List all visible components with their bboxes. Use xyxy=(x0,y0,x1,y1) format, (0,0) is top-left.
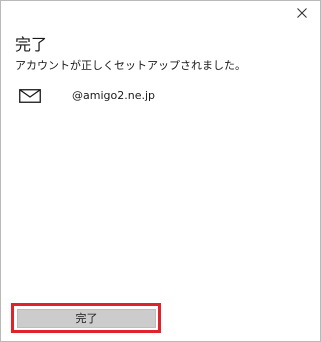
mail-icon xyxy=(19,89,41,103)
success-message: アカウントが正しくセットアップされました。 xyxy=(15,59,246,72)
done-button[interactable]: 完了 xyxy=(17,309,156,328)
dialog-title: 完了 xyxy=(15,35,48,54)
close-icon xyxy=(297,8,307,18)
account-row: @amigo2.ne.jp xyxy=(19,87,309,105)
account-setup-dialog: 完了 アカウントが正しくセットアップされました。 @amigo2.ne.jp 完… xyxy=(0,0,321,342)
account-email: @amigo2.ne.jp xyxy=(72,89,155,102)
close-button[interactable] xyxy=(294,5,310,21)
